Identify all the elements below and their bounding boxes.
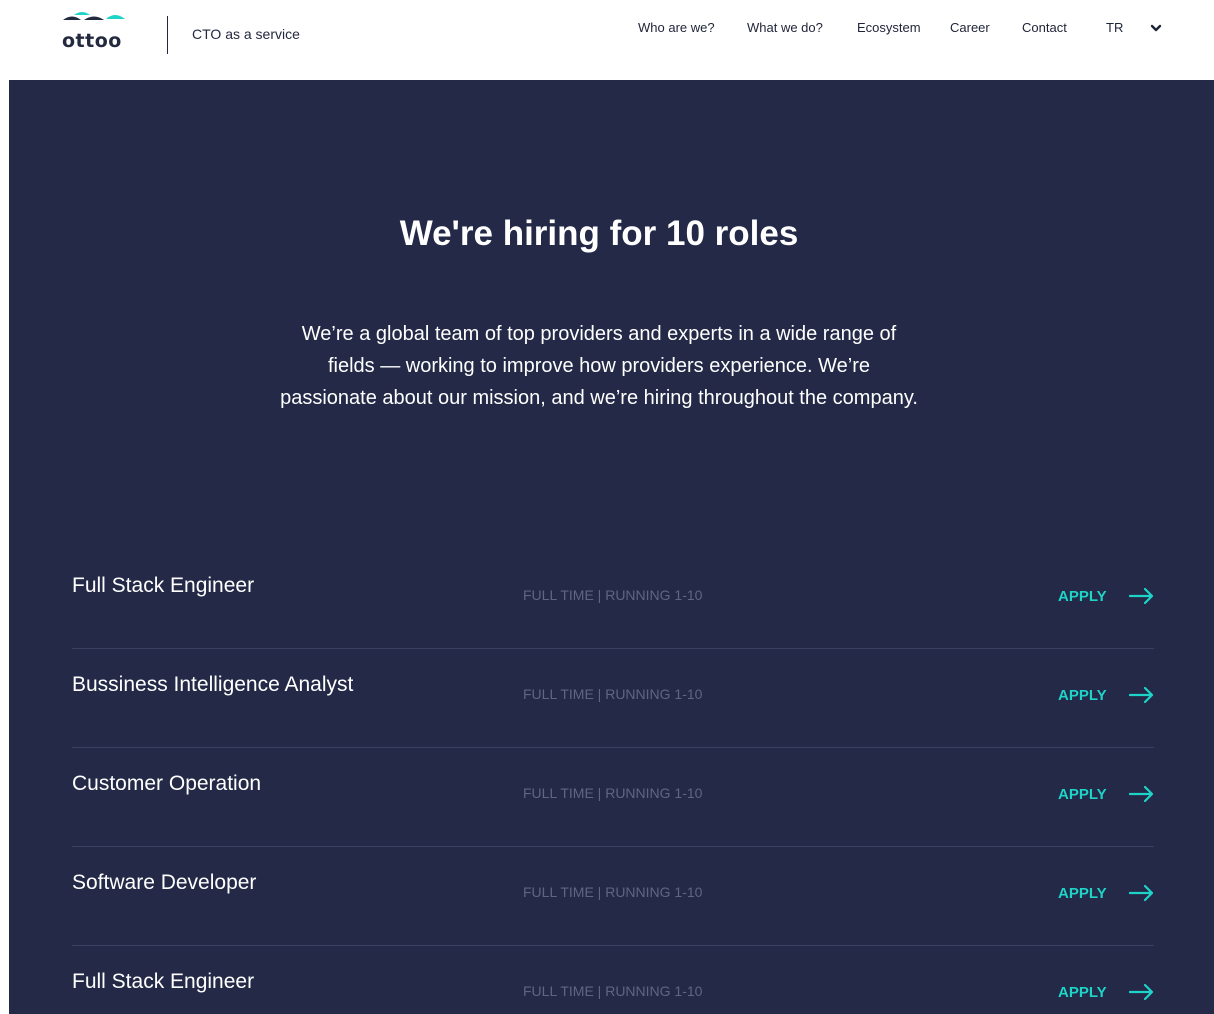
apply-label: APPLY — [1058, 983, 1107, 1001]
job-title[interactable]: Full Stack Engineer — [72, 970, 254, 994]
hero-title: We're hiring for 10 roles — [399, 214, 799, 253]
apply-button[interactable]: APPLY — [1058, 782, 1155, 806]
apply-label: APPLY — [1058, 587, 1107, 605]
job-row: Software Developer FULL TIME | RUNNING 1… — [72, 847, 1154, 946]
nav-ecosystem[interactable]: Ecosystem — [857, 20, 921, 38]
nav-what-we-do[interactable]: What we do? — [747, 20, 823, 38]
job-title[interactable]: Customer Operation — [72, 772, 261, 796]
tagline: CTO as a service — [192, 26, 300, 42]
job-meta: FULL TIME | RUNNING 1-10 — [523, 785, 703, 801]
job-title[interactable]: Software Developer — [72, 871, 256, 895]
job-title[interactable]: Full Stack Engineer — [72, 574, 254, 598]
apply-button[interactable]: APPLY — [1058, 683, 1155, 707]
chevron-down-icon[interactable] — [1150, 23, 1162, 33]
arrow-right-icon — [1128, 884, 1153, 902]
apply-label: APPLY — [1058, 785, 1107, 803]
job-meta: FULL TIME | RUNNING 1-10 — [523, 686, 703, 702]
apply-button[interactable]: APPLY — [1058, 881, 1155, 905]
site-header: ottoo CTO as a service Who are we? What … — [0, 0, 1214, 80]
job-meta: FULL TIME | RUNNING 1-10 — [523, 587, 703, 603]
ottoo-logo[interactable]: ottoo — [62, 10, 126, 52]
arrow-right-icon — [1128, 785, 1153, 803]
careers-section: We're hiring for 10 roles We’re a global… — [9, 80, 1214, 1014]
job-row: Full Stack Engineer FULL TIME | RUNNING … — [72, 946, 1154, 1014]
job-list: Full Stack Engineer FULL TIME | RUNNING … — [72, 550, 1154, 1014]
apply-button[interactable]: APPLY — [1058, 584, 1155, 608]
nav-career[interactable]: Career — [950, 20, 990, 38]
job-title[interactable]: Bussiness Intelligence Analyst — [72, 673, 353, 697]
apply-label: APPLY — [1058, 686, 1107, 704]
job-row: Bussiness Intelligence Analyst FULL TIME… — [72, 649, 1154, 748]
nav-contact[interactable]: Contact — [1022, 20, 1067, 38]
job-row: Customer Operation FULL TIME | RUNNING 1… — [72, 748, 1154, 847]
job-row: Full Stack Engineer FULL TIME | RUNNING … — [72, 550, 1154, 649]
arrow-right-icon — [1128, 983, 1153, 1001]
logo-wave-icon — [63, 12, 125, 20]
language-selector[interactable]: TR — [1106, 20, 1123, 38]
arrow-right-icon — [1128, 686, 1153, 704]
arrow-right-icon — [1128, 587, 1153, 605]
job-meta: FULL TIME | RUNNING 1-10 — [523, 884, 703, 900]
apply-label: APPLY — [1058, 884, 1107, 902]
logo-text: ottoo — [62, 30, 122, 52]
job-meta: FULL TIME | RUNNING 1-10 — [523, 983, 703, 999]
hero-description: We’re a global team of top providers and… — [280, 323, 918, 409]
header-divider — [167, 16, 168, 54]
apply-button[interactable]: APPLY — [1058, 980, 1155, 1004]
nav-who-are-we[interactable]: Who are we? — [638, 20, 715, 38]
